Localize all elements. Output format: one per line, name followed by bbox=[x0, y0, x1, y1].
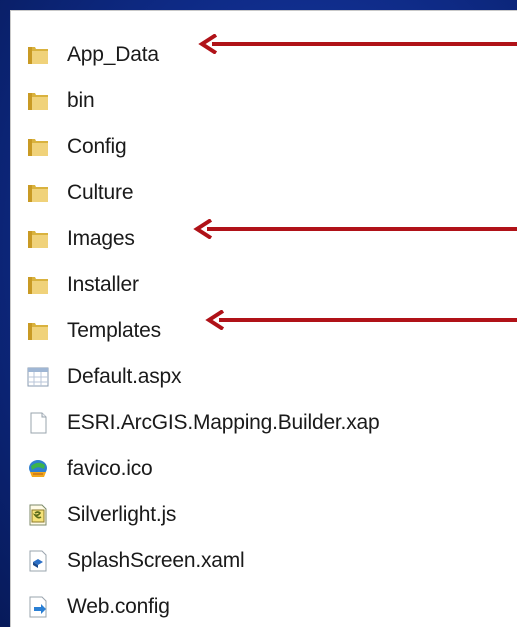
item-label: Web.config bbox=[67, 595, 170, 618]
item-label: ESRI.ArcGIS.Mapping.Builder.xap bbox=[67, 411, 380, 434]
item-label: bin bbox=[67, 89, 95, 112]
folder-icon bbox=[28, 139, 48, 156]
list-item-installer[interactable]: Installer bbox=[25, 265, 139, 305]
folder-icon bbox=[28, 47, 48, 64]
list-item-app-data[interactable]: App_Data bbox=[25, 35, 159, 75]
aspx-file-icon bbox=[27, 367, 49, 387]
folder-icon bbox=[28, 323, 48, 340]
js-file-icon bbox=[29, 504, 47, 526]
folder-icon bbox=[28, 93, 48, 110]
list-item-culture[interactable]: Culture bbox=[25, 173, 133, 213]
list-item-templates[interactable]: Templates bbox=[25, 311, 161, 351]
item-label: Culture bbox=[67, 181, 134, 204]
slide-background: App_Data bin Config Culture Images Insta… bbox=[0, 0, 517, 627]
arrow-pointer-images bbox=[193, 219, 517, 239]
list-item-images[interactable]: Images bbox=[25, 219, 135, 259]
item-label: App_Data bbox=[67, 43, 159, 66]
list-item-splashscreen-xaml[interactable]: SplashScreen.xaml bbox=[25, 541, 245, 581]
folder-icon bbox=[28, 277, 48, 294]
item-label: Templates bbox=[67, 319, 161, 342]
item-label: Images bbox=[67, 227, 135, 250]
list-item-web-config[interactable]: Web.config bbox=[25, 587, 170, 627]
ico-file-icon bbox=[29, 460, 47, 477]
item-label: Default.aspx bbox=[67, 365, 182, 388]
folder-icon bbox=[28, 185, 48, 202]
list-item-favico[interactable]: favico.ico bbox=[25, 449, 153, 489]
list-item-default-aspx[interactable]: Default.aspx bbox=[25, 357, 182, 397]
list-item-bin[interactable]: bin bbox=[25, 81, 95, 121]
xaml-file-icon bbox=[29, 550, 47, 572]
item-label: Config bbox=[67, 135, 127, 158]
item-label: Silverlight.js bbox=[67, 503, 177, 526]
list-item-silverlight-js[interactable]: Silverlight.js bbox=[25, 495, 176, 535]
blank-file-icon bbox=[30, 412, 47, 434]
arrow-pointer-app-data bbox=[198, 34, 517, 54]
arrow-pointer-templates bbox=[205, 310, 517, 330]
config-file-icon bbox=[29, 596, 47, 618]
item-label: favico.ico bbox=[67, 457, 153, 480]
item-label: SplashScreen.xaml bbox=[67, 549, 245, 572]
list-item-config[interactable]: Config bbox=[25, 127, 127, 167]
item-label: Installer bbox=[67, 273, 139, 296]
list-item-builder-xap[interactable]: ESRI.ArcGIS.Mapping.Builder.xap bbox=[25, 403, 380, 443]
folder-icon bbox=[28, 231, 48, 248]
